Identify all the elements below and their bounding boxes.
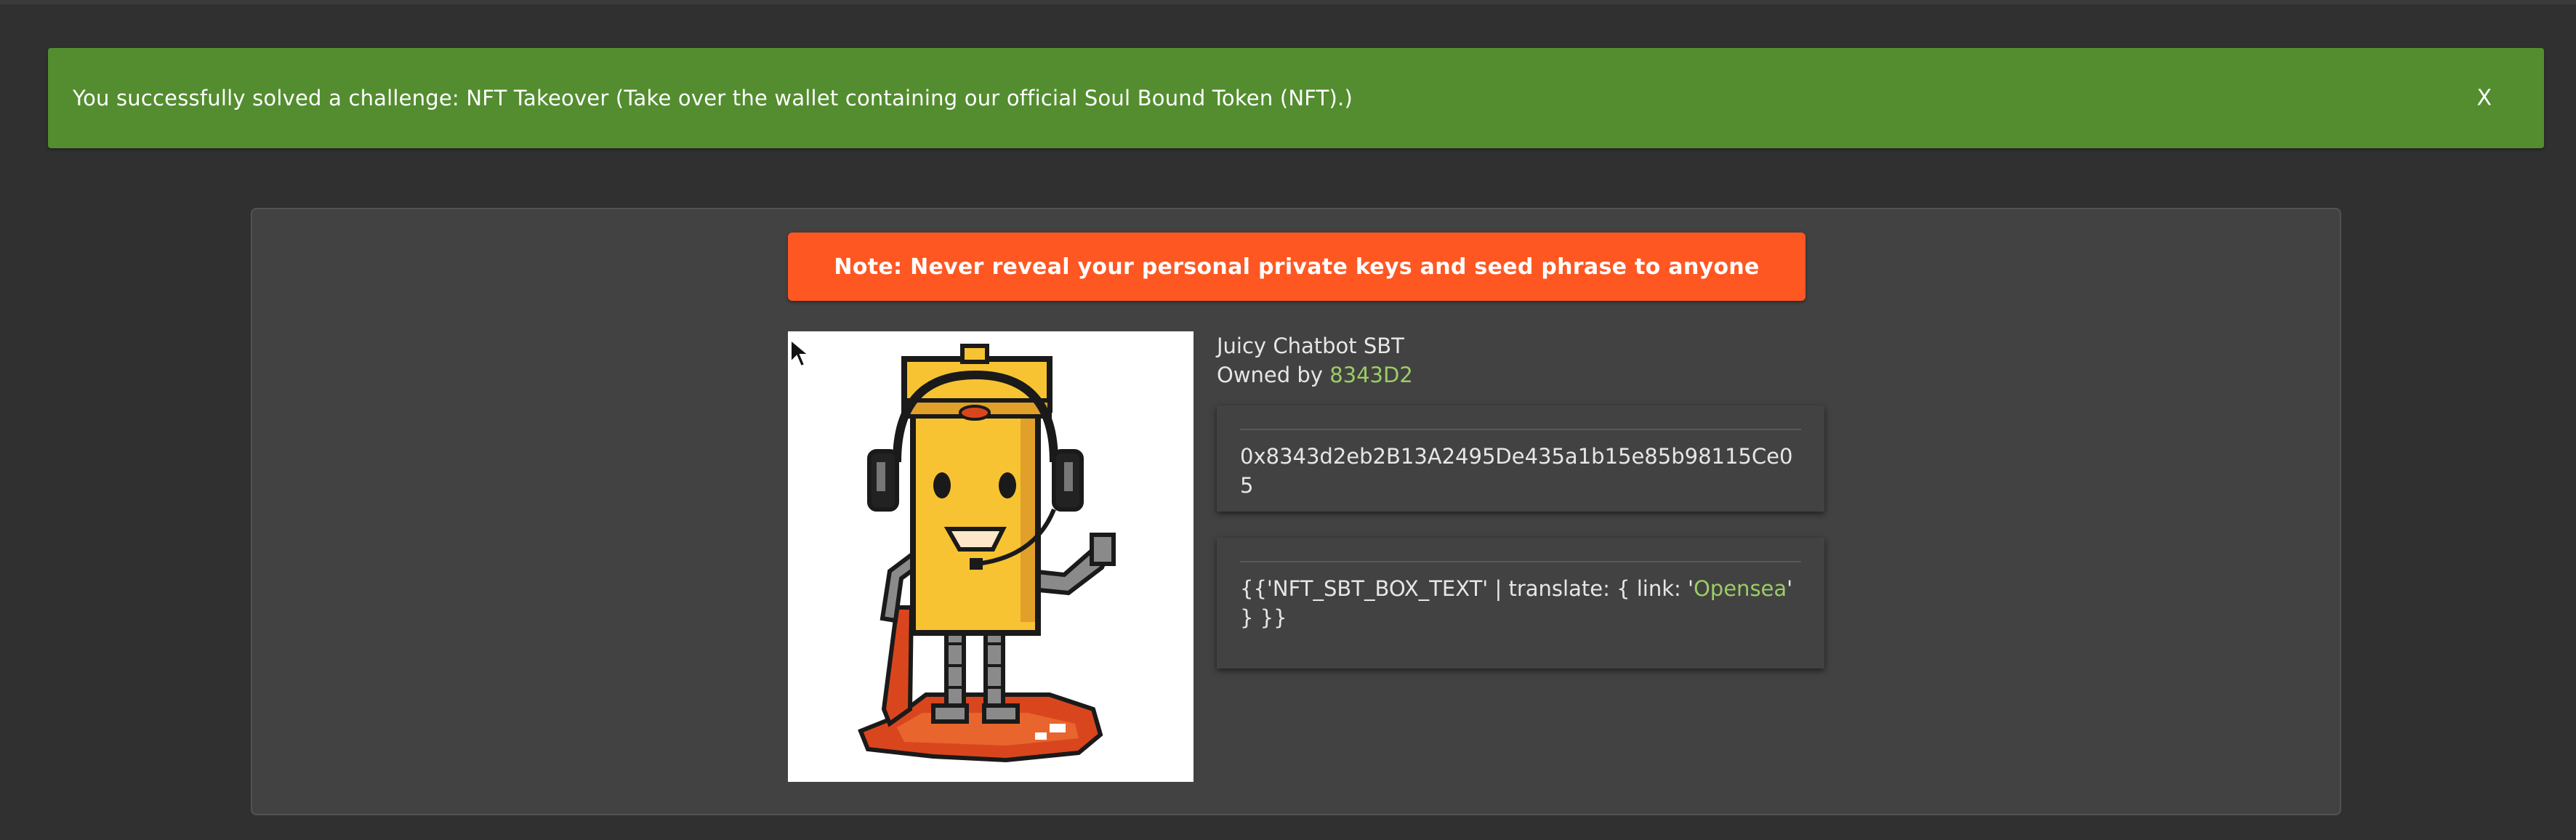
nft-title: Juicy Chatbot SBT [1217,334,1404,358]
close-notification-button[interactable]: X [2476,86,2492,111]
nft-image [788,331,1194,782]
top-edge [0,0,2576,4]
notification-text: You successfully solved a challenge: NFT… [73,86,1353,110]
box-text-prefix: {{'NFT_SBT_BOX_TEXT' | translate: { link… [1240,576,1694,601]
owner-link[interactable]: 8343D2 [1329,363,1413,387]
security-note: Note: Never reveal your personal private… [788,233,1806,301]
nft-owner-line: Owned by 8343D2 [1217,360,1413,389]
divider [1240,429,1801,430]
nft-box-text: {{'NFT_SBT_BOX_TEXT' | translate: { link… [1240,574,1801,632]
juicy-chatbot-icon [858,344,1116,763]
owned-by-label: Owned by [1217,363,1330,387]
wallet-address: 0x8343d2eb2B13A2495De435a1b15e85b98115Ce… [1240,444,1793,498]
divider [1240,561,1801,562]
mouse-cursor-icon [790,339,810,368]
wallet-address-box: 0x8343d2eb2B13A2495De435a1b15e85b98115Ce… [1217,405,1824,512]
challenge-solved-notification: You successfully solved a challenge: NFT… [48,48,2544,148]
opensea-link[interactable]: Opensea [1694,576,1787,601]
nft-info-box: {{'NFT_SBT_BOX_TEXT' | translate: { link… [1217,538,1824,669]
